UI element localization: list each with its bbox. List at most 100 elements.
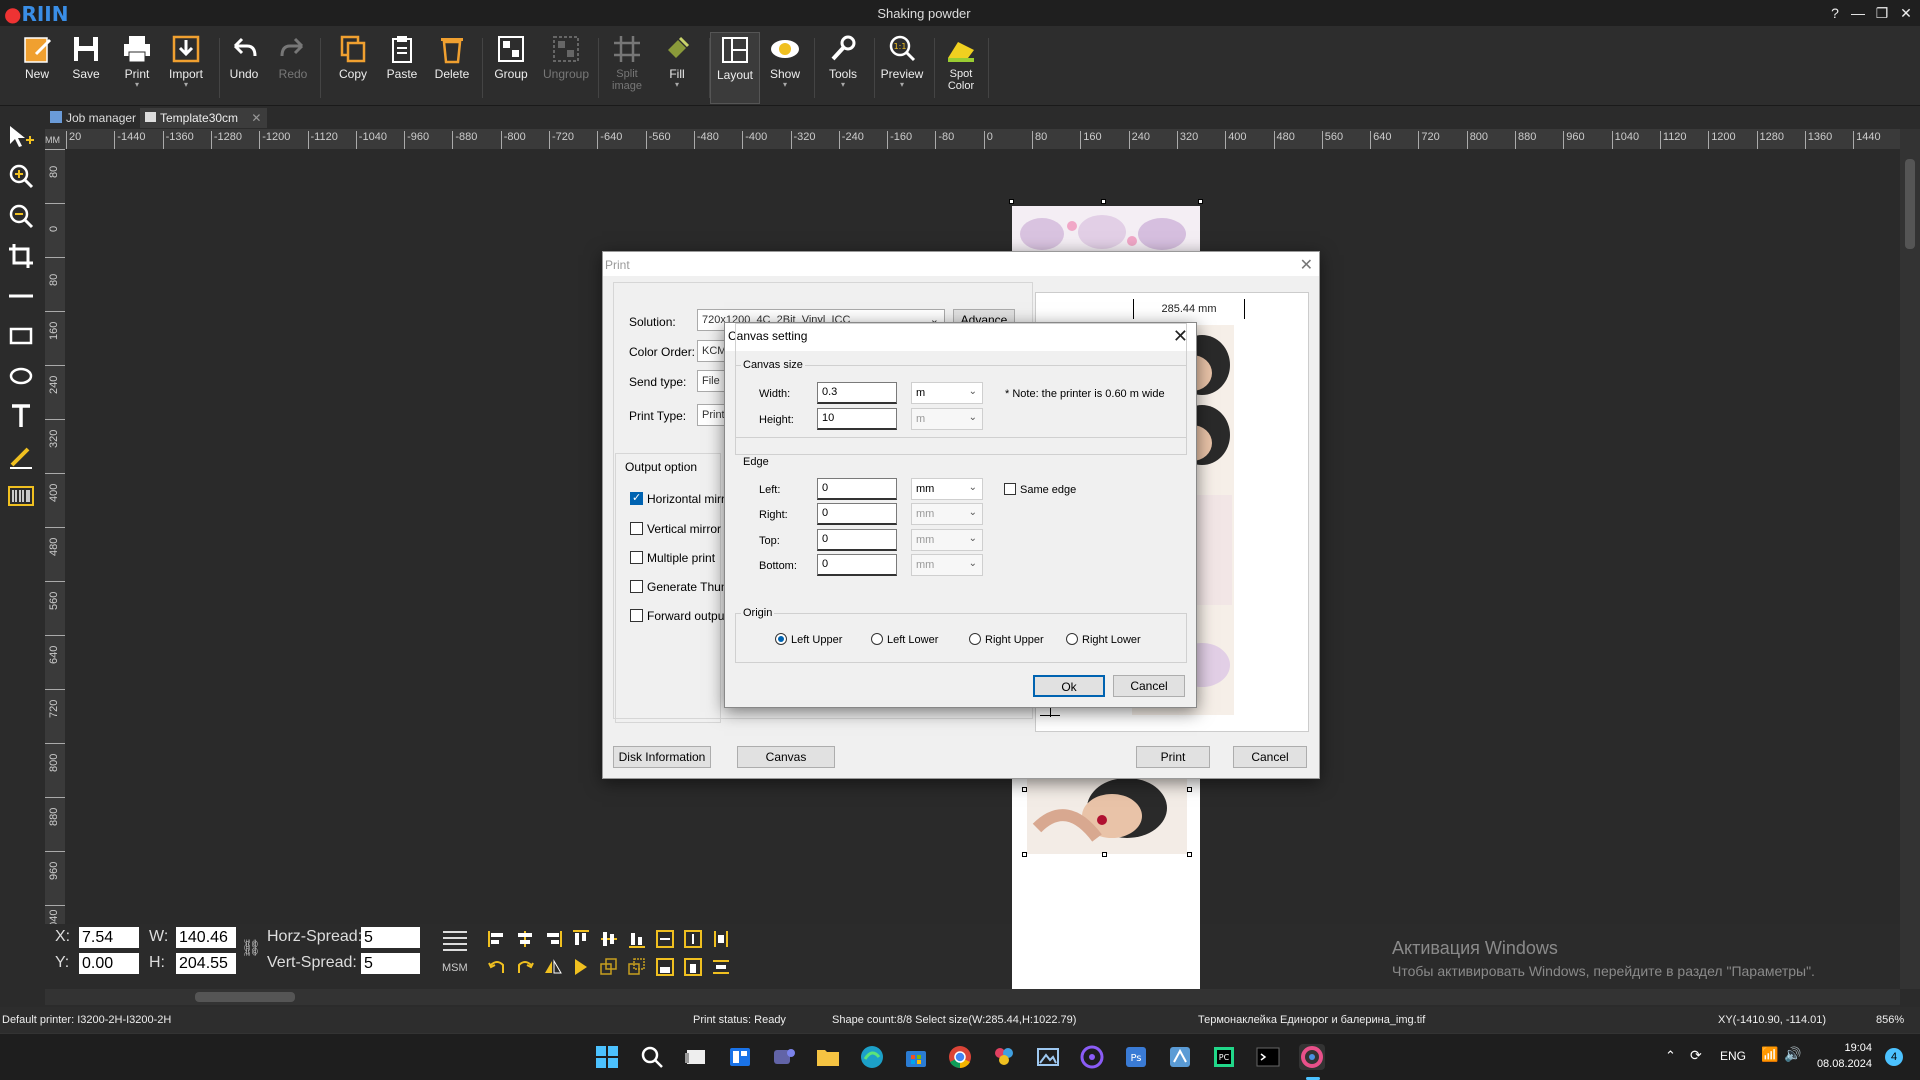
origin-left-upper-radio[interactable]: Left Upper (775, 633, 842, 646)
align-right-icon[interactable] (543, 929, 563, 949)
ok-button[interactable]: Ok (1033, 675, 1105, 697)
edge-bottom-input[interactable]: 0 (817, 554, 897, 576)
select-arrow-icon[interactable] (6, 122, 36, 152)
vertical-mirror-checkbox[interactable]: Vertical mirror (630, 522, 721, 536)
checkbox[interactable] (1004, 483, 1016, 495)
checkbox[interactable] (630, 580, 643, 593)
barcode-icon[interactable] (6, 481, 36, 511)
chrome-icon[interactable] (947, 1044, 973, 1070)
checkbox[interactable] (630, 551, 643, 564)
forward-output-checkbox[interactable]: Forward output (630, 609, 728, 623)
same-size-icon[interactable] (711, 929, 731, 949)
riin-app-icon[interactable] (1299, 1044, 1325, 1070)
text-icon[interactable] (6, 401, 36, 431)
selection-handle[interactable] (1198, 199, 1203, 204)
close-icon[interactable]: ✕ (1300, 255, 1313, 275)
vert-spread-input[interactable]: 5 (361, 953, 420, 974)
undo-button[interactable]: Undo (219, 32, 269, 104)
print-cancel-button[interactable]: Cancel (1233, 746, 1307, 768)
scrollbar-thumb[interactable] (1905, 159, 1915, 249)
language-indicator[interactable]: ENG (1720, 1049, 1746, 1063)
edge-left-input[interactable]: 0 (817, 478, 897, 500)
distribute-v-icon[interactable] (683, 929, 703, 949)
rotate-left-icon[interactable] (487, 957, 507, 977)
maximize-button[interactable]: ❐ (1872, 4, 1892, 22)
save-button[interactable]: Save (61, 32, 111, 104)
photo-viewer-icon[interactable] (1035, 1044, 1061, 1070)
msm-button[interactable]: MSM (442, 962, 468, 974)
origin-right-upper-radio[interactable]: Right Upper (969, 633, 1044, 646)
print-type-select[interactable]: Print (697, 404, 727, 426)
disk-information-button[interactable]: Disk Information (613, 746, 711, 768)
new-button[interactable]: New (12, 32, 62, 104)
flip-horizontal-icon[interactable] (543, 957, 563, 977)
show-button[interactable]: Show ▾ (760, 32, 810, 104)
notification-badge[interactable]: 4 (1885, 1048, 1903, 1066)
generate-thumb-checkbox[interactable]: Generate Thumb (630, 580, 738, 594)
paint-app-icon[interactable] (991, 1044, 1017, 1070)
align-page-icon[interactable] (683, 957, 703, 977)
height-input[interactable]: 204.55 (176, 953, 236, 974)
width-input[interactable]: 140.46 (176, 927, 236, 948)
ungroup-button[interactable]: Ungroup (541, 32, 591, 104)
file-explorer-icon[interactable] (815, 1044, 841, 1070)
edge-right-input[interactable]: 0 (817, 503, 897, 525)
canvas-button[interactable]: Canvas (737, 746, 835, 768)
send-back-icon[interactable] (627, 957, 647, 977)
task-view-icon[interactable] (683, 1044, 709, 1070)
tab-template30cm[interactable]: Template30cm ✕ (140, 108, 268, 128)
vertical-scrollbar[interactable] (1900, 129, 1920, 989)
edge-icon[interactable] (859, 1044, 885, 1070)
store-icon[interactable] (903, 1044, 929, 1070)
copy-button[interactable]: Copy (328, 32, 378, 104)
sync-icon[interactable]: ⟳ (1690, 1047, 1702, 1064)
clock-date[interactable]: 08.08.2024 (1812, 1058, 1872, 1070)
rectangle-icon[interactable] (6, 321, 36, 351)
import-button[interactable]: Import ▾ (161, 32, 211, 104)
align-bottom-edge-icon[interactable] (655, 957, 675, 977)
paste-button[interactable]: Paste (377, 32, 427, 104)
color-order-select[interactable]: KCM (697, 340, 727, 362)
help-icon[interactable]: ? (1825, 4, 1845, 22)
scrollbar-thumb[interactable] (195, 992, 295, 1002)
show-hidden-icons[interactable]: ⌃ (1665, 1048, 1676, 1064)
group-button[interactable]: Group (486, 32, 536, 104)
wifi-icon[interactable]: 📶 (1761, 1046, 1778, 1063)
horizontal-mirror-checkbox[interactable]: Horizontal mirror (630, 491, 736, 506)
align-list-icon[interactable] (441, 928, 469, 954)
terminal-icon[interactable] (1255, 1044, 1281, 1070)
zoom-in-icon[interactable] (6, 161, 36, 191)
origin-right-lower-radio[interactable]: Right Lower (1066, 633, 1141, 646)
align-left-icon[interactable] (487, 929, 507, 949)
ellipse-icon[interactable] (6, 361, 36, 391)
tab-close-icon[interactable]: ✕ (251, 111, 261, 125)
line-icon[interactable] (6, 281, 36, 311)
y-input[interactable]: 0.00 (79, 953, 139, 974)
app-icon[interactable] (1167, 1044, 1193, 1070)
selection-handle[interactable] (1101, 199, 1106, 204)
edge-unit-select[interactable]: mm ⌄ (911, 478, 983, 500)
pen-icon[interactable] (6, 441, 36, 471)
canvas-cancel-button[interactable]: Cancel (1113, 675, 1185, 697)
selection-handle[interactable] (1187, 787, 1192, 792)
selection-handle[interactable] (1102, 852, 1107, 857)
tab-job-manager[interactable]: Job manager (46, 108, 142, 128)
checkbox[interactable] (630, 609, 643, 622)
align-center-h-icon[interactable] (515, 929, 535, 949)
align-middle-v-icon[interactable] (599, 929, 619, 949)
layout-button[interactable]: Layout (710, 32, 760, 104)
horizontal-scrollbar[interactable] (45, 989, 1900, 1005)
print-button[interactable]: Print ▾ (112, 32, 162, 104)
minimize-button[interactable]: — (1848, 4, 1868, 22)
close-button[interactable]: ✕ (1896, 4, 1916, 22)
tools-button[interactable]: Tools ▾ (818, 32, 868, 104)
teams-icon[interactable] (771, 1044, 797, 1070)
align-bottom-icon[interactable] (627, 929, 647, 949)
selection-handle[interactable] (1022, 852, 1027, 857)
same-edge-checkbox[interactable]: Same edge (1004, 483, 1076, 496)
split-image-button[interactable]: Split image (602, 32, 652, 104)
selection-handle[interactable] (1187, 852, 1192, 857)
align-top-icon[interactable] (571, 929, 591, 949)
checkbox-checked[interactable] (630, 491, 643, 505)
distribute-h-icon[interactable] (655, 929, 675, 949)
